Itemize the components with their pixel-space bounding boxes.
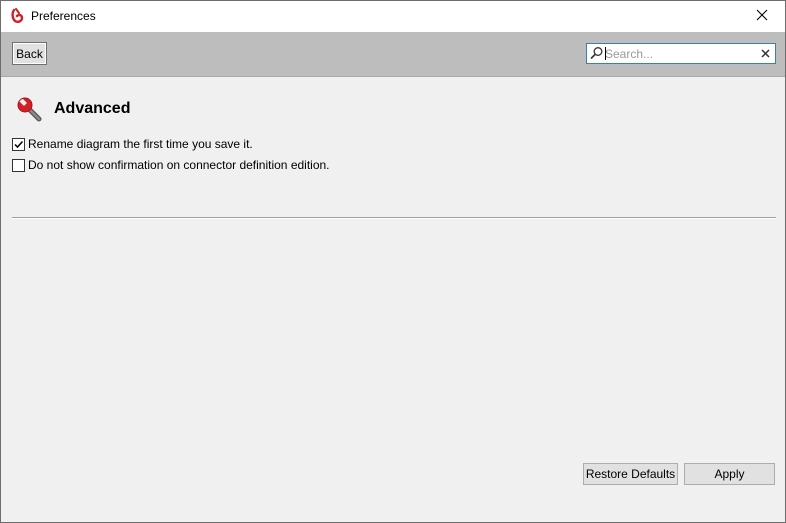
option-rename-diagram[interactable]: Rename diagram the first time you save i… xyxy=(12,136,253,152)
window-title: Preferences xyxy=(31,9,96,23)
rename-diagram-checkbox[interactable] xyxy=(12,137,25,151)
wrench-icon xyxy=(15,95,45,125)
close-icon xyxy=(756,9,768,24)
restore-defaults-button[interactable]: Restore Defaults xyxy=(583,463,678,485)
bonita-logo-icon xyxy=(10,8,26,24)
search-box[interactable] xyxy=(586,43,776,64)
page-title: Advanced xyxy=(54,100,131,117)
no-connector-confirmation-checkbox[interactable] xyxy=(12,158,25,172)
search-input[interactable] xyxy=(605,45,755,62)
back-button[interactable]: Back xyxy=(12,42,47,65)
apply-button[interactable]: Apply xyxy=(684,463,775,485)
close-button[interactable] xyxy=(739,1,785,32)
section-divider xyxy=(12,217,776,219)
clear-icon[interactable] xyxy=(758,46,772,60)
title-bar: Preferences xyxy=(1,1,785,32)
toolbar: Back xyxy=(1,32,785,77)
no-connector-confirmation-label: Do not show confirmation on connector de… xyxy=(28,158,330,172)
preferences-window: Preferences Back Search... Advanced Rena… xyxy=(0,0,786,523)
option-no-connector-confirmation[interactable]: Do not show confirmation on connector de… xyxy=(12,157,330,173)
text-caret xyxy=(605,47,606,60)
search-icon xyxy=(590,46,604,60)
rename-diagram-label: Rename diagram the first time you save i… xyxy=(28,137,253,151)
